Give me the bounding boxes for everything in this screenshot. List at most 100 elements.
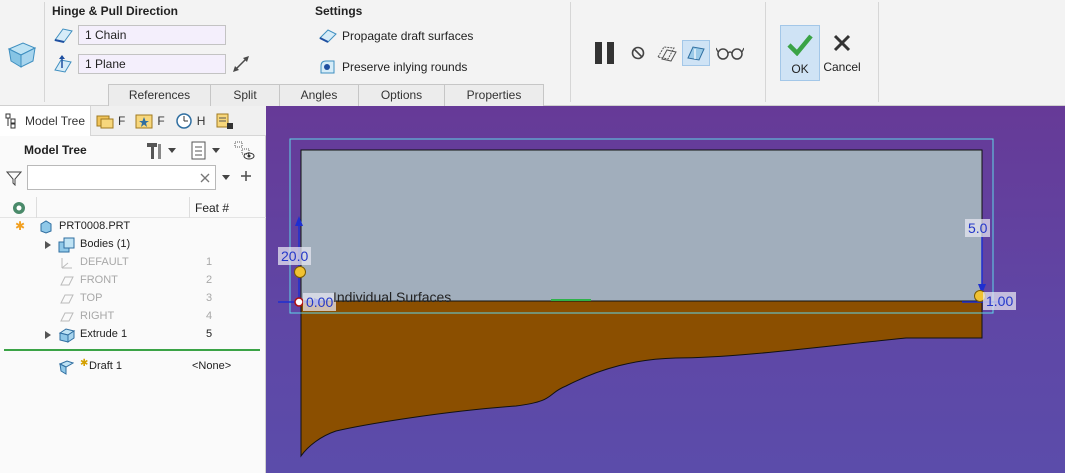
tree-label-part: PRT0008.PRT <box>59 220 131 232</box>
bodies-icon <box>58 237 75 253</box>
hinge-group-title: Hinge & Pull Direction <box>52 4 179 18</box>
expand-arrow-icon[interactable] <box>45 331 51 339</box>
graphics-window[interactable]: 20.0 0.00 Individual Surfaces 5.0 1.00 <box>266 106 1065 473</box>
tree-row-default-csys[interactable]: DEFAULT 1 <box>0 254 260 272</box>
tree-row-extrude[interactable]: Extrude 1 5 <box>0 326 260 344</box>
pause-button[interactable] <box>590 40 618 66</box>
datum-plane-icon <box>60 312 74 322</box>
no-preview-icon <box>631 46 645 60</box>
display-style-icon[interactable] <box>11 200 27 216</box>
csys-icon <box>61 258 72 269</box>
tree-label-front: FRONT <box>80 274 118 286</box>
check-icon <box>787 34 813 56</box>
dimension-offset-right[interactable]: 1.00 <box>983 292 1017 310</box>
datum-plane-icon <box>60 276 74 286</box>
filter-icon[interactable] <box>6 170 22 186</box>
feat-num-front: 2 <box>206 274 213 286</box>
show-hidden-icon <box>234 141 255 160</box>
feat-num-column-header[interactable]: Feat # <box>195 201 229 215</box>
insert-indicator-line[interactable] <box>4 349 260 351</box>
feature-preview-button[interactable] <box>682 40 710 66</box>
navigator-panel: Model Tree F F H Model Tree Feat # ✱ PRT… <box>0 105 266 473</box>
tree-row-draft[interactable]: ✱ Draft 1 <None> <box>0 358 260 376</box>
dimension-offset-left[interactable]: 0.00 <box>303 293 337 311</box>
ok-button[interactable]: OK <box>780 25 820 81</box>
tab-references[interactable]: References <box>108 84 211 106</box>
modified-star-icon: ✱ <box>15 219 26 233</box>
feat-num-draft: <None> <box>192 360 232 372</box>
ok-label: OK <box>791 62 809 76</box>
tree-column-header: Feat # <box>0 197 266 218</box>
new-feature-star-icon: ✱ <box>80 358 89 369</box>
tab-folder-browser-label: F <box>118 113 126 128</box>
chevron-down-icon <box>168 148 176 153</box>
tab-history[interactable]: H <box>170 106 211 136</box>
tree-row-right[interactable]: RIGHT 4 <box>0 308 260 326</box>
tree-tools-menu[interactable] <box>145 140 183 162</box>
tab-model-tree-label: Model Tree <box>25 113 86 128</box>
part-icon <box>40 220 52 234</box>
pull-direction-collector[interactable]: 1 Plane <box>78 54 226 74</box>
tree-row-part[interactable]: ✱ PRT0008.PRT <box>0 218 260 236</box>
draft-feature-icon <box>4 38 38 70</box>
pause-icon <box>594 42 614 64</box>
feat-num-default: 1 <box>206 256 213 268</box>
tools-icon <box>147 143 161 159</box>
dimension-angle-left[interactable]: 20.0 <box>278 247 312 265</box>
hinges-collector[interactable]: 1 Chain <box>78 25 226 45</box>
glasses-icon <box>716 47 744 60</box>
pull-direction-icon <box>52 54 74 74</box>
tree-label-default: DEFAULT <box>80 256 129 268</box>
tree-settings-menu[interactable] <box>190 140 226 162</box>
dashboard-tabs: References Split Angles Options Properti… <box>108 84 544 106</box>
expand-arrow-icon[interactable] <box>45 241 51 249</box>
tab-history-label: H <box>196 113 206 128</box>
feat-num-top: 3 <box>206 292 213 304</box>
flip-direction-icon[interactable] <box>232 55 250 73</box>
preserve-rounds-icon <box>318 57 338 77</box>
no-preview-button[interactable] <box>628 42 648 64</box>
chevron-down-icon <box>212 148 220 153</box>
navigator-tabs: Model Tree F F H <box>0 105 266 136</box>
verify-button[interactable] <box>714 40 746 66</box>
feat-num-right: 4 <box>206 310 213 322</box>
tab-properties[interactable]: Properties <box>444 84 544 106</box>
tree-row-top[interactable]: TOP 3 <box>0 290 260 308</box>
geometry-preview-button[interactable] <box>654 40 680 66</box>
feature-preview-icon <box>687 46 705 61</box>
preserve-inlying-rounds-toggle[interactable]: Preserve inlying rounds <box>318 57 467 77</box>
preserve-label: Preserve inlying rounds <box>342 60 468 74</box>
clear-search-icon[interactable] <box>200 173 210 183</box>
propagate-label: Propagate draft surfaces <box>342 29 474 43</box>
model-tree-icon <box>5 113 21 129</box>
tab-folder-browser[interactable]: F <box>91 106 130 136</box>
propagate-icon <box>318 26 338 46</box>
search-input[interactable] <box>27 165 216 190</box>
tab-model-tree[interactable]: Model Tree <box>0 105 92 136</box>
add-filter-icon[interactable] <box>240 170 252 182</box>
show-hidden-button[interactable] <box>234 141 256 161</box>
layer-icon <box>215 112 235 130</box>
tab-split[interactable]: Split <box>210 84 280 106</box>
propagate-draft-surfaces-toggle[interactable]: Propagate draft surfaces <box>318 26 473 46</box>
close-icon <box>833 34 851 52</box>
chevron-down-icon[interactable] <box>222 175 230 181</box>
list-settings-icon <box>191 141 206 160</box>
tree-row-bodies[interactable]: Bodies (1) <box>0 236 260 254</box>
tab-favorites-label: F <box>157 113 165 128</box>
settings-group-title: Settings <box>315 4 363 18</box>
favorites-icon <box>135 113 153 129</box>
geometry-preview-icon <box>657 46 677 62</box>
cancel-button[interactable]: Cancel <box>821 25 863 81</box>
tree-row-front[interactable]: FRONT 2 <box>0 272 260 290</box>
tab-layers[interactable] <box>210 106 240 136</box>
history-icon <box>175 112 193 130</box>
tab-angles[interactable]: Angles <box>279 84 359 106</box>
folder-browser-icon <box>96 113 114 129</box>
model-body-side <box>300 300 983 458</box>
dimension-angle-right[interactable]: 5.0 <box>965 219 991 237</box>
tab-favorites[interactable]: F <box>130 106 169 136</box>
tab-options[interactable]: Options <box>358 84 445 106</box>
hinge-icon <box>52 25 74 45</box>
feat-num-extrude: 5 <box>206 328 213 340</box>
